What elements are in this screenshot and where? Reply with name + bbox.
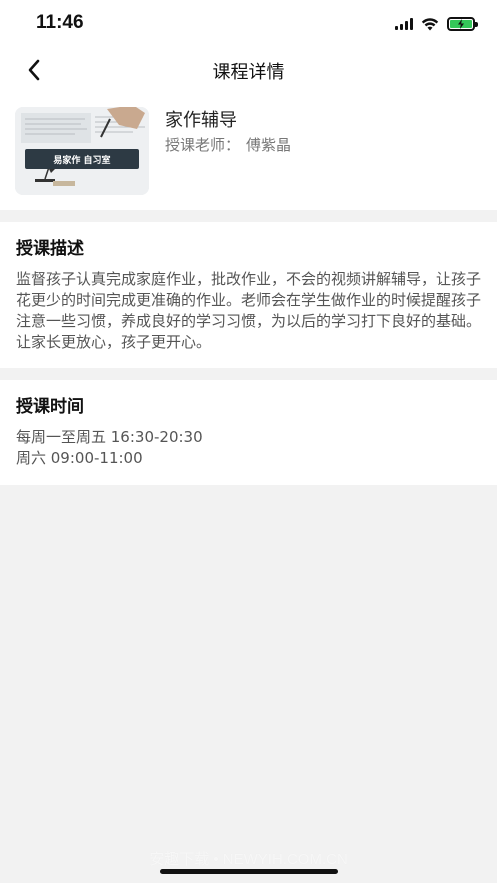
schedule-title: 授课时间 [16, 397, 84, 417]
page-title: 课程详情 [212, 62, 285, 83]
schedule-section: 授课时间 每周一至周五 16:30-20:30 周六 09:00-11:00 [0, 380, 497, 485]
status-time: 11:46 [36, 12, 84, 33]
signal-icon [395, 18, 413, 30]
course-title: 家作辅导 [165, 110, 237, 131]
wifi-icon [421, 17, 439, 30]
course-teacher: 授课老师： 傅紫晶 [165, 134, 291, 155]
watermark: 安趣下载 • NEWYIH.COM.CN [149, 851, 348, 868]
thumbnail-banner: 易家作 自习室 [25, 149, 139, 169]
course-header: 易家作 自习室 家作辅导 授课老师： 傅紫晶 [0, 92, 497, 210]
description-text: 监督孩子认真完成家庭作业，批改作业，不会的视频讲解辅导，让孩子花更少的时间完成更… [16, 270, 482, 351]
schedule-line: 周六 09:00-11:00 [16, 449, 143, 467]
description-section: 授课描述 监督孩子认真完成家庭作业，批改作业，不会的视频讲解辅导，让孩子花更少的… [0, 222, 497, 368]
nav-bar: 课程详情 [0, 48, 497, 92]
schedule-line: 每周一至周五 16:30-20:30 [16, 428, 203, 446]
teacher-label: 授课老师： [165, 136, 241, 154]
course-thumbnail[interactable]: 易家作 自习室 [15, 107, 149, 195]
status-icons [395, 16, 478, 32]
description-title: 授课描述 [16, 239, 84, 259]
home-indicator[interactable] [160, 869, 338, 874]
status-bar: 11:46 [0, 0, 497, 48]
battery-icon [447, 17, 478, 31]
teacher-name: 傅紫晶 [246, 136, 292, 154]
